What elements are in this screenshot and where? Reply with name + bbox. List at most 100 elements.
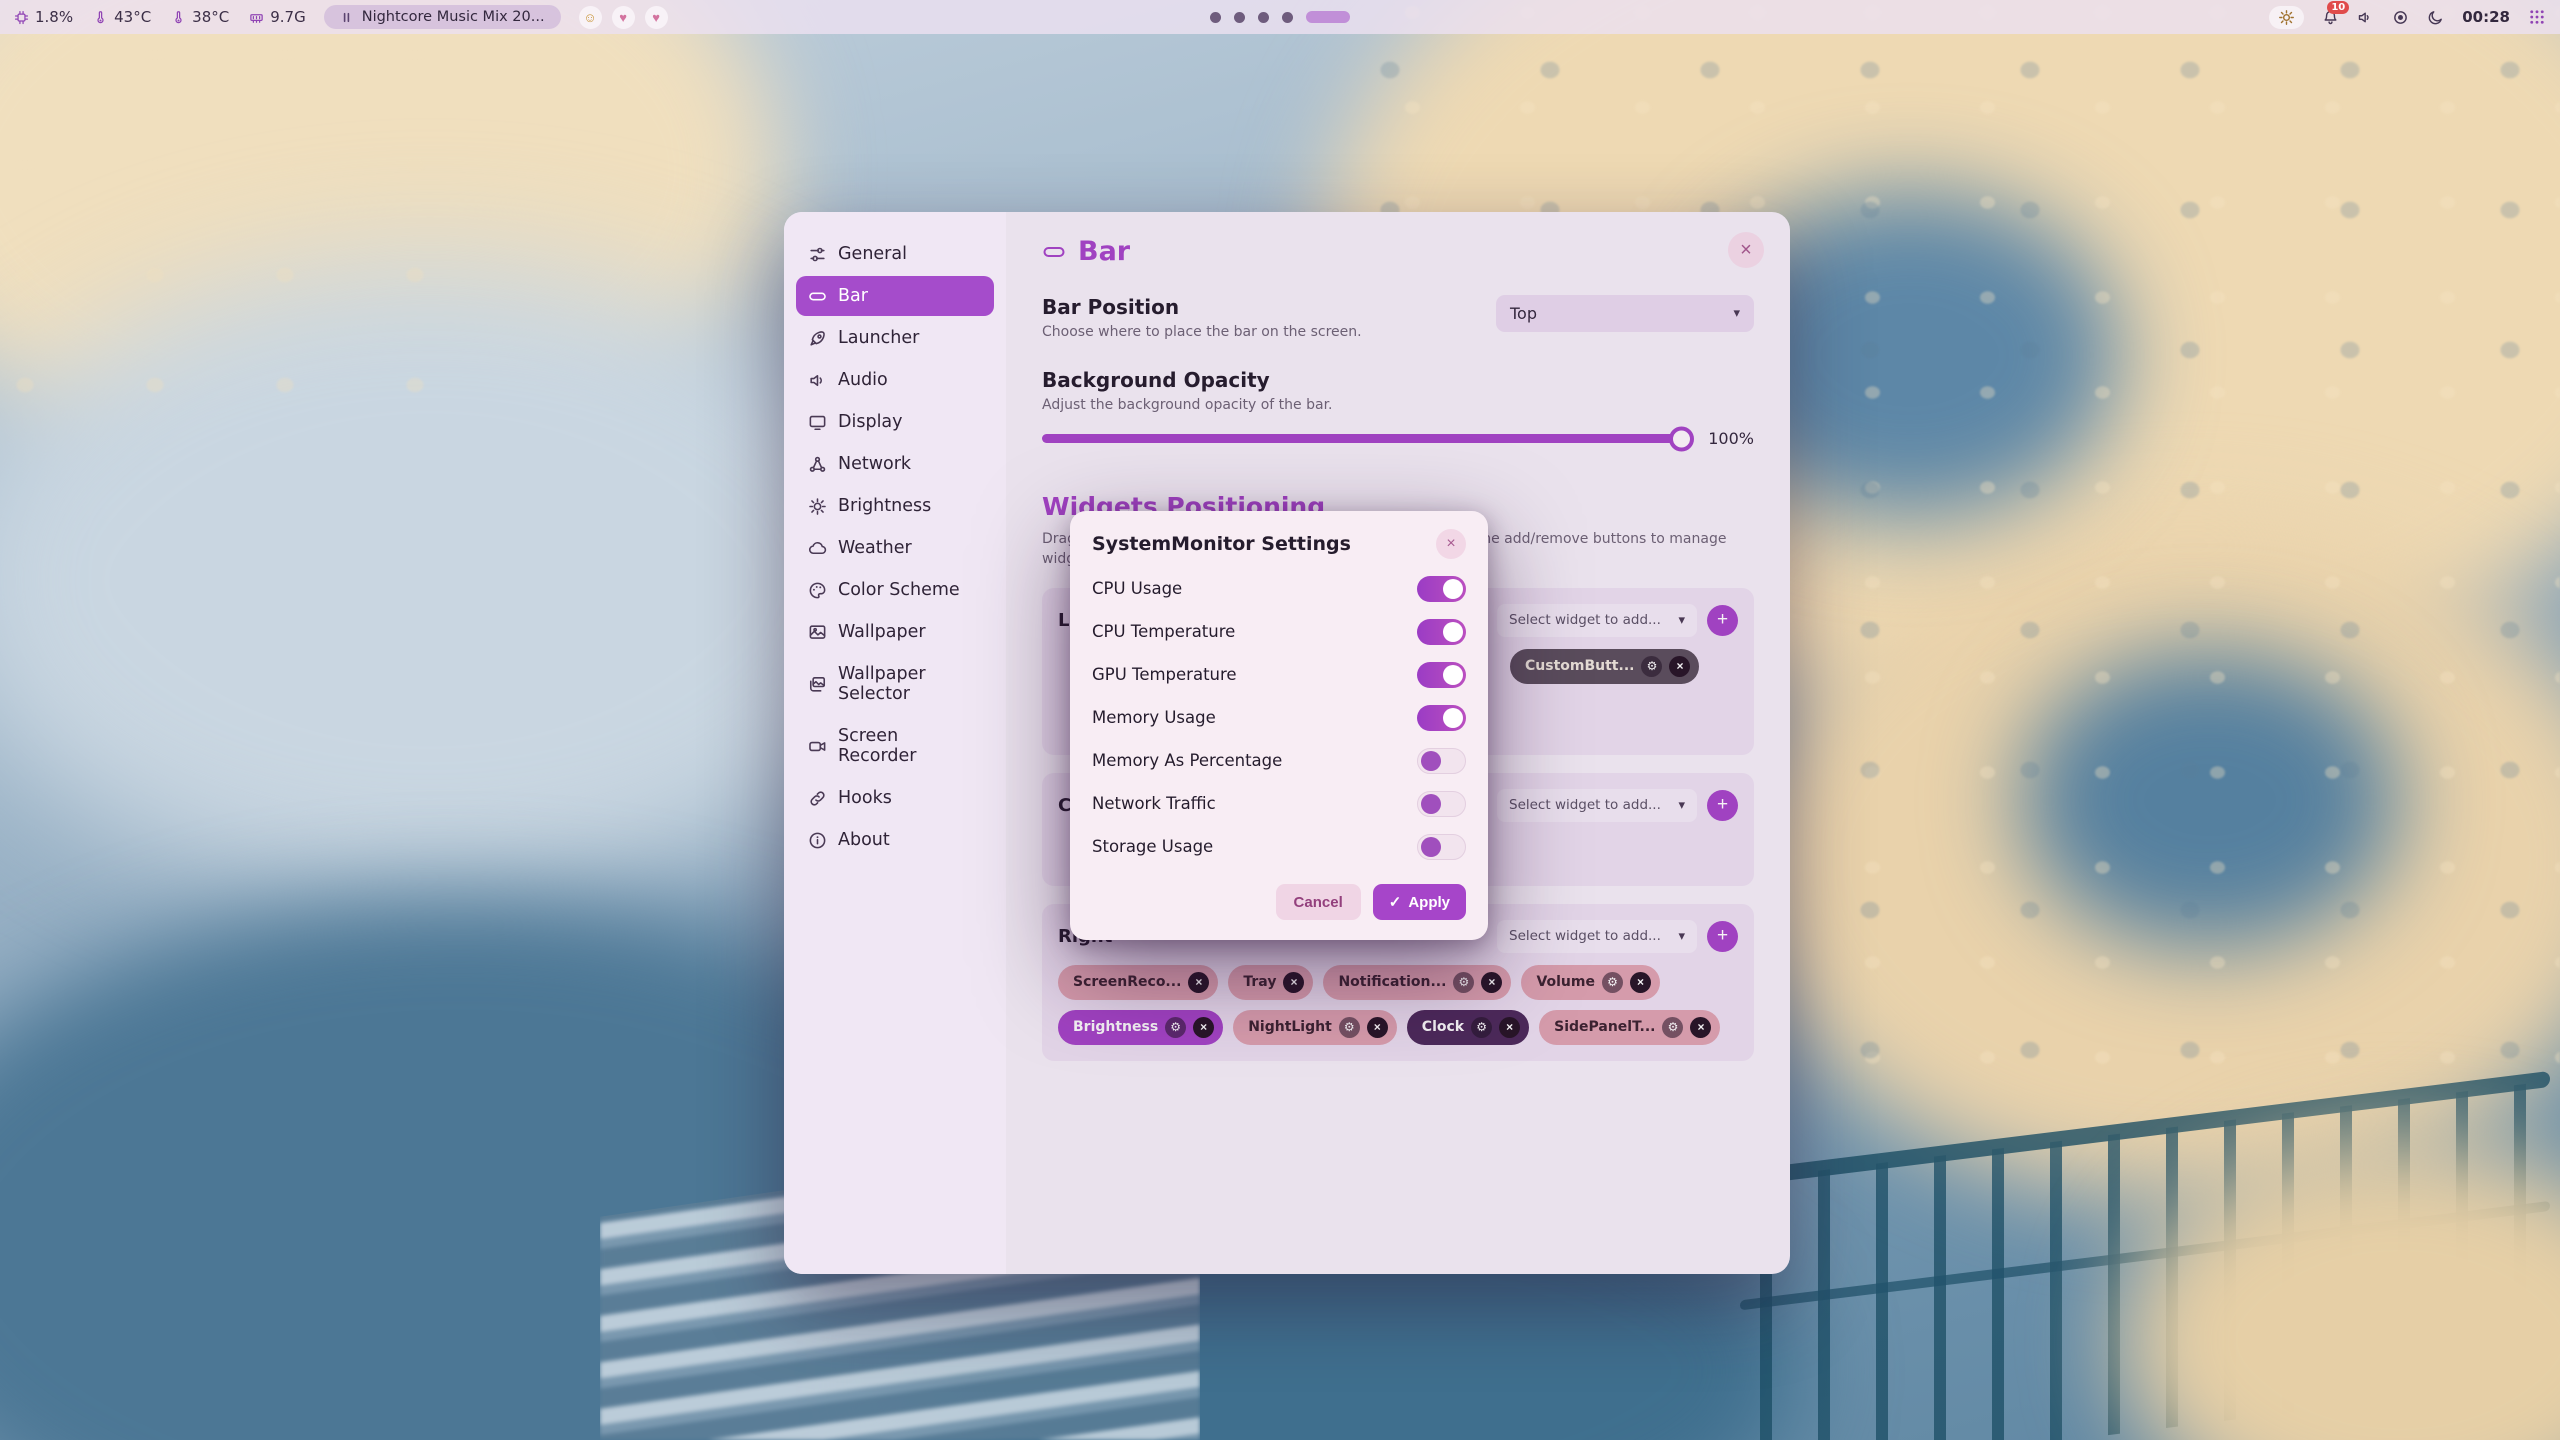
widget-remove-button[interactable]: × <box>1669 656 1690 677</box>
audio-icon <box>808 371 827 390</box>
network-traffic-toggle[interactable] <box>1417 791 1466 817</box>
widget-remove-button[interactable]: × <box>1481 972 1502 993</box>
workspace-3[interactable] <box>1258 12 1269 23</box>
toggle-row: CPU Usage <box>1092 567 1466 610</box>
brightness-icon <box>808 497 827 516</box>
widget-chip-screenreco[interactable]: ScreenReco...× <box>1058 965 1218 1000</box>
sidebar-item-display[interactable]: Display <box>796 402 994 442</box>
grid-icon <box>2528 8 2546 26</box>
widget-settings-button[interactable]: ⚙ <box>1339 1017 1360 1038</box>
add-widget-dropdown[interactable]: Select widget to add... ▾ <box>1497 604 1697 637</box>
workspace-2[interactable] <box>1234 12 1245 23</box>
gpu-temperature-toggle[interactable] <box>1417 662 1466 688</box>
sidebar-list: GeneralBar Launcher AudioDisplayNetworkBri… <box>796 234 994 860</box>
heart-button[interactable]: ♥ <box>612 6 635 29</box>
cancel-button[interactable]: Cancel <box>1276 884 1361 920</box>
memory-usage-toggle[interactable] <box>1417 705 1466 731</box>
widget-settings-button[interactable]: ⚙ <box>1602 972 1623 993</box>
sidebar-item-label: Launcher <box>838 328 919 348</box>
heart-button[interactable]: ♥ <box>645 6 668 29</box>
widget-chip-notification[interactable]: Notification...⚙× <box>1323 965 1511 1000</box>
media-player-widget[interactable]: Nightcore Music Mix 20... <box>324 5 561 29</box>
system-stat[interactable]: 1.8% <box>14 8 73 26</box>
sidebar-item-wallpaper[interactable]: Wallpaper <box>796 612 994 652</box>
widget-settings-button[interactable]: ⚙ <box>1165 1017 1186 1038</box>
sidebar-item-weather[interactable]: Weather <box>796 528 994 568</box>
sidebar-item-screen-recorder[interactable]: Screen Recorder <box>796 716 994 776</box>
cpu-temperature-toggle[interactable] <box>1417 619 1466 645</box>
moon-button[interactable] <box>2427 9 2444 26</box>
sidebar-item-network[interactable]: Network <box>796 444 994 484</box>
dialog-close-button[interactable]: × <box>1436 529 1466 559</box>
widget-chip-nightlight[interactable]: NightLight⚙× <box>1233 1010 1397 1045</box>
memory-as-percentage-toggle[interactable] <box>1417 748 1466 774</box>
sidebar-item-bar[interactable]: Bar <box>796 276 994 316</box>
sidebar-item-color-scheme[interactable]: Color Scheme <box>796 570 994 610</box>
about-icon <box>808 831 827 850</box>
toggle-row: GPU Temperature <box>1092 653 1466 696</box>
widget-chip-custombutt[interactable]: CustomButt...⚙× <box>1510 649 1699 684</box>
sidebar-item-general[interactable]: General <box>796 234 994 274</box>
window-close-button[interactable]: × <box>1728 232 1764 268</box>
workspace-5[interactable] <box>1306 11 1350 23</box>
toggle-row: Storage Usage <box>1092 825 1466 868</box>
background-opacity-slider[interactable] <box>1042 434 1692 443</box>
widget-remove-button[interactable]: × <box>1630 972 1651 993</box>
sidebar-item-brightness[interactable]: Brightness <box>796 486 994 526</box>
apply-button[interactable]: ✓ Apply <box>1373 884 1466 920</box>
workspace-4[interactable] <box>1282 12 1293 23</box>
system-stat[interactable]: 9.7G <box>249 8 305 26</box>
widget-settings-button[interactable]: ⚙ <box>1641 656 1662 677</box>
close-icon: × <box>1446 535 1455 553</box>
widget-settings-button[interactable]: ⚙ <box>1662 1017 1683 1038</box>
sun-button[interactable] <box>2269 6 2304 29</box>
add-widget-dropdown[interactable]: Select widget to add... ▾ <box>1497 920 1697 953</box>
bar-position-dropdown[interactable]: Top ▾ <box>1496 295 1754 332</box>
widget-remove-button[interactable]: × <box>1499 1017 1520 1038</box>
toggle-knob <box>1443 622 1463 642</box>
bell-button[interactable]: 10 <box>2322 9 2339 26</box>
thermometer-icon <box>93 10 108 25</box>
widget-settings-button[interactable]: ⚙ <box>1471 1017 1492 1038</box>
sidebar-item-about[interactable]: About <box>796 820 994 860</box>
sidebar-item-wallpaper-selector[interactable]: Wallpaper Selector <box>796 654 994 714</box>
smiley-icon: ☺ <box>583 10 596 25</box>
widget-chip-brightness[interactable]: Brightness⚙× <box>1058 1010 1223 1045</box>
heart-icon: ♥ <box>619 10 627 25</box>
widget-chip-clock[interactable]: Clock⚙× <box>1407 1010 1529 1045</box>
workspace-1[interactable] <box>1210 12 1221 23</box>
record-button[interactable] <box>2392 9 2409 26</box>
widget-remove-button[interactable]: × <box>1283 972 1304 993</box>
system-stat[interactable]: 38°C <box>171 8 229 26</box>
add-widget-button[interactable]: + <box>1707 921 1738 952</box>
storage-usage-toggle[interactable] <box>1417 834 1466 860</box>
add-widget-button[interactable]: + <box>1707 790 1738 821</box>
widget-remove-button[interactable]: × <box>1188 972 1209 993</box>
volume-button[interactable] <box>2357 9 2374 26</box>
add-widget-button[interactable]: + <box>1707 605 1738 636</box>
widget-chip-volume[interactable]: Volume⚙× <box>1521 965 1660 1000</box>
widget-chip-sidepanelt[interactable]: SidePanelT...⚙× <box>1539 1010 1720 1045</box>
stat-value: 9.7G <box>270 8 305 26</box>
widget-remove-button[interactable]: × <box>1367 1017 1388 1038</box>
wallpaper-icon <box>808 623 827 642</box>
top-bar-left: 1.8% 43°C 38°C 9.7G Nightcore Music Mix 20.… <box>14 5 668 29</box>
sidebar-item-label: About <box>838 830 890 850</box>
widget-settings-button[interactable]: ⚙ <box>1453 972 1474 993</box>
cpu-usage-toggle[interactable] <box>1417 576 1466 602</box>
sidebar-item-hooks[interactable]: Hooks <box>796 778 994 818</box>
sidebar-item-audio[interactable]: Audio <box>796 360 994 400</box>
sidebar-item-launcher[interactable]: Launcher <box>796 318 994 358</box>
system-stat[interactable]: 43°C <box>93 8 151 26</box>
add-widget-dropdown[interactable]: Select widget to add... ▾ <box>1497 789 1697 822</box>
app-launcher-button[interactable] <box>2528 8 2546 26</box>
cpu-temperature-label: CPU Temperature <box>1092 622 1235 641</box>
slider-handle[interactable] <box>1669 426 1694 451</box>
widget-chip-tray[interactable]: Tray× <box>1228 965 1313 1000</box>
smiley-button[interactable]: ☺ <box>579 6 602 29</box>
clock[interactable]: 00:28 <box>2462 8 2510 26</box>
plus-icon: + <box>1717 609 1728 631</box>
widget-remove-button[interactable]: × <box>1690 1017 1711 1038</box>
widget-remove-button[interactable]: × <box>1193 1017 1214 1038</box>
settings-sidebar: GeneralBar Launcher AudioDisplayNetworkBri… <box>784 212 1006 1274</box>
